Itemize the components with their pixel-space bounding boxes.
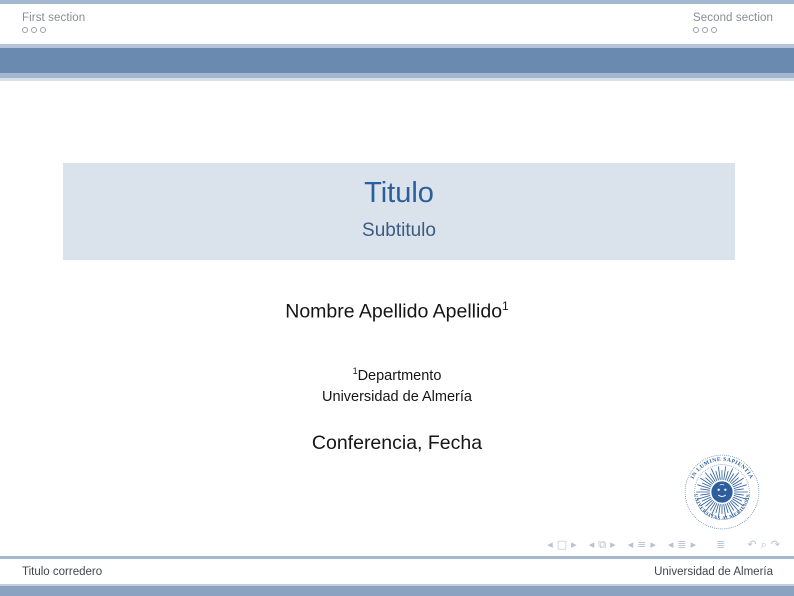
- footline-right-institution: Universidad de Almería: [654, 566, 773, 578]
- nav-prev-icon[interactable]: ◂: [628, 537, 634, 553]
- nav-back-icon[interactable]: ↶: [747, 537, 756, 553]
- nav-group: ◂⧉▸: [589, 537, 616, 553]
- slide-subtitle: Subtitulo: [63, 220, 735, 242]
- nav-group: ↶ ⌕↷: [747, 537, 780, 553]
- slide-dot[interactable]: [711, 27, 717, 33]
- author-footnote-mark: 1: [502, 299, 509, 313]
- nav-subsection-icon[interactable]: ≡: [637, 537, 646, 553]
- slide-dots-second: [693, 27, 773, 33]
- nav-group: ◂≣ ▸: [668, 537, 696, 553]
- slide-dot[interactable]: [31, 27, 37, 33]
- nav-group: ◂□▸: [547, 537, 576, 553]
- slide-dot[interactable]: [22, 27, 28, 33]
- beamer-title-slide: First section Second section Titulo Subt…: [0, 0, 794, 596]
- nav-forward-icon[interactable]: ↷: [771, 537, 780, 553]
- nav-next-icon[interactable]: ▸: [571, 537, 577, 553]
- nav-next-icon[interactable]: ▸: [610, 537, 616, 553]
- title-block: Titulo Subtitulo: [63, 163, 735, 260]
- nav-prev-icon[interactable]: ◂: [589, 537, 595, 553]
- slide-dots-first: [22, 27, 85, 33]
- nav-next-icon[interactable]: ▸: [691, 537, 697, 553]
- section-label-second[interactable]: Second section: [693, 12, 773, 24]
- headbar: [0, 48, 794, 73]
- nav-appendix-icon[interactable]: ≣: [716, 537, 725, 553]
- institute-department-line: 1Departmento: [0, 361, 794, 387]
- section-nav-first[interactable]: First section: [22, 12, 85, 33]
- bottom-accent-bar: [0, 584, 794, 596]
- institute-block: 1Departmento Universidad de Almería: [0, 361, 794, 409]
- footline-left-title: Titulo corredero: [22, 566, 102, 578]
- author-line: Nombre Apellido Apellido1: [0, 299, 794, 324]
- slide-dot[interactable]: [693, 27, 699, 33]
- author-name: Nombre Apellido Apellido: [285, 301, 502, 323]
- nav-section-icon[interactable]: ≣: [677, 537, 686, 553]
- nav-search-icon[interactable]: ⌕: [761, 537, 767, 553]
- conference-date: Conferencia, Fecha: [0, 432, 794, 455]
- slide-dot[interactable]: [702, 27, 708, 33]
- nav-group: ≣: [716, 537, 725, 553]
- headbar-edge-faint: [0, 78, 794, 81]
- nav-prev-icon[interactable]: ◂: [547, 537, 553, 553]
- institute-department: Departmento: [358, 368, 442, 384]
- slide-dot[interactable]: [40, 27, 46, 33]
- institute-university: Universidad de Almería: [0, 387, 794, 409]
- slide-header: First section Second section: [0, 4, 794, 44]
- section-nav-second[interactable]: Second section: [693, 12, 773, 33]
- section-label-first[interactable]: First section: [22, 12, 85, 24]
- nav-group: ◂≡▸: [628, 537, 656, 553]
- slide-title: Titulo: [63, 177, 735, 210]
- nav-next-icon[interactable]: ▸: [650, 537, 656, 553]
- nav-prev-icon[interactable]: ◂: [668, 537, 674, 553]
- beamer-navigation: ◂□▸◂⧉▸◂≡▸◂≣▸≣↶⌕↷: [547, 537, 780, 553]
- nav-frame-icon[interactable]: ⧉: [598, 537, 606, 553]
- nav-slide-icon[interactable]: □: [557, 537, 567, 553]
- footline: Titulo corredero Universidad de Almería: [0, 559, 794, 584]
- university-seal-logo: IN LUMINE SAPIENTIA UNIVERSITAS ALMERIEN…: [684, 454, 760, 530]
